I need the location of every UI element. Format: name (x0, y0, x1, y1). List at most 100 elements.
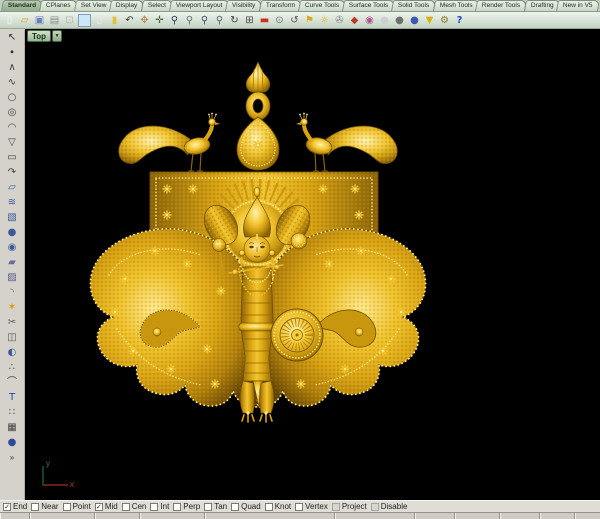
circle-icon[interactable]: ○ (4, 91, 21, 106)
rhino-window: StandardCPlanesSet ViewDisplaySelectView… (0, 0, 600, 519)
tab-surface-tools[interactable]: Surface Tools (342, 0, 395, 11)
osnap-vertex[interactable]: Vertex (295, 502, 328, 511)
notes-icon[interactable]: ▮ (108, 14, 121, 27)
trim-icon[interactable]: ✂ (4, 316, 21, 331)
sidebar-more-chevron[interactable]: » (10, 453, 14, 462)
save-icon[interactable]: ▣ (33, 14, 46, 27)
statusbar-pane (0, 513, 30, 519)
osnap-end[interactable]: ✓End (3, 502, 27, 511)
zoom-window-icon[interactable]: ⚲ (183, 14, 196, 27)
viewport-canvas[interactable]: Top ▼ x y (25, 29, 600, 500)
viewport-title-dropdown[interactable]: ▼ (52, 30, 62, 42)
open-folder-icon[interactable]: ▱ (18, 14, 31, 27)
selection-filter-icon[interactable]: ▼ (423, 14, 436, 27)
render-tools-icon[interactable]: ● (4, 436, 21, 451)
osnap-knot[interactable]: Knot (265, 502, 291, 511)
surface-edit-icon[interactable]: ▨ (4, 271, 21, 286)
tab-solid-tools[interactable]: Solid Tools (391, 0, 436, 11)
boolean-icon[interactable]: ◐ (4, 346, 21, 361)
tab-display[interactable]: Display (109, 0, 144, 11)
group-icon[interactable]: ▦ (4, 421, 21, 436)
cplane-flag-icon[interactable]: ⚑ (303, 14, 316, 27)
viewport-layout-icon[interactable]: ⊞ (243, 14, 256, 27)
osnap-label: Tan (214, 502, 227, 511)
tab-drafting[interactable]: Drafting (524, 0, 561, 11)
rectangle-icon[interactable]: ▭ (4, 151, 21, 166)
osnap-perp[interactable]: Perp (173, 502, 200, 511)
surface-icon[interactable]: ▱ (4, 181, 21, 196)
help-icon[interactable]: ? (453, 14, 466, 27)
loft-icon[interactable]: ≋ (4, 196, 21, 211)
osnap-quad[interactable]: Quad (231, 502, 261, 511)
viewport-title[interactable]: Top ▼ (27, 30, 62, 42)
print-icon[interactable]: ▤ (48, 14, 61, 27)
tab-mesh-tools[interactable]: Mesh Tools (433, 0, 480, 11)
osnap-near[interactable]: Near (31, 502, 58, 511)
deity-body (239, 267, 275, 381)
tab-visibility[interactable]: Visibility (225, 0, 262, 11)
solid-tools-icon[interactable]: ◉ (4, 241, 21, 256)
tab-curve-tools[interactable]: Curve Tools (298, 0, 346, 11)
zoom-icon[interactable]: ⚲ (168, 14, 181, 27)
curve-icon[interactable]: ∿ (4, 76, 21, 91)
paste-page-icon[interactable]: ▯ (93, 14, 106, 27)
tab-transform[interactable]: Transform (259, 0, 302, 11)
lock-icon[interactable]: ✇ (333, 14, 346, 27)
zoom-extents-icon[interactable]: ⚲ (198, 14, 211, 27)
pan-hand-icon[interactable]: ✥ (138, 14, 151, 27)
arc-icon[interactable]: ◠ (4, 121, 21, 136)
new-file-icon[interactable]: ▯ (3, 14, 16, 27)
box-icon[interactable]: ▧ (4, 211, 21, 226)
copy-icon[interactable]: ⊡ (63, 14, 76, 27)
tab-render-tools[interactable]: Render Tools (476, 0, 528, 11)
point-icon[interactable]: ∙ (4, 46, 21, 61)
ellipse-icon[interactable]: ◎ (4, 106, 21, 121)
rendered-sphere-icon[interactable]: ● (393, 14, 406, 27)
points-on-icon[interactable]: ∴ (4, 361, 21, 376)
viewport-swatch-icon[interactable] (78, 14, 91, 27)
tab-cplanes[interactable]: CPlanes (39, 0, 78, 11)
gear-icon[interactable]: ⚙ (438, 14, 451, 27)
checkbox (150, 503, 158, 511)
move-icon[interactable]: ✛ (153, 14, 166, 27)
viewport-title-label[interactable]: Top (27, 30, 51, 42)
rotate-view-icon[interactable]: ↻ (228, 14, 241, 27)
tab-viewport-layout[interactable]: Viewport Layout (169, 0, 229, 11)
tab-select[interactable]: Select (141, 0, 173, 11)
split-icon[interactable]: ◫ (4, 331, 21, 346)
sphere-icon[interactable]: ● (4, 226, 21, 241)
orbit-icon[interactable]: ↺ (288, 14, 301, 27)
polyline-icon[interactable]: ∧ (4, 61, 21, 76)
tab-new-in-v5[interactable]: New in V5 (556, 0, 600, 11)
osnap-project[interactable]: Project (332, 502, 367, 511)
render-icon[interactable]: ◆ (348, 14, 361, 27)
tab-set-view[interactable]: Set View (74, 0, 113, 11)
extend-icon[interactable]: ⌒ (4, 376, 21, 391)
statusbar-pane (30, 513, 95, 519)
pointer-icon[interactable]: ↖ (4, 31, 21, 46)
ghosted-sphere-icon[interactable]: ● (408, 14, 421, 27)
osnap-cen[interactable]: Cen (122, 502, 147, 511)
osnap-point[interactable]: Point (63, 502, 91, 511)
fillet-icon[interactable]: ◝ (4, 286, 21, 301)
zoom-selected-icon[interactable]: ⚲ (213, 14, 226, 27)
polygon-icon[interactable]: ▽ (4, 136, 21, 151)
text-icon[interactable]: T (4, 391, 21, 406)
osnap-mid[interactable]: ✓Mid (95, 502, 118, 511)
osnap-label: Mid (105, 502, 118, 511)
checkbox (31, 503, 39, 511)
tab-standard[interactable]: Standard (1, 0, 43, 11)
color-wheel-icon[interactable]: ◉ (363, 14, 376, 27)
array-icon[interactable]: ∷ (4, 406, 21, 421)
explode-icon[interactable]: ✶ (4, 301, 21, 316)
osnap-tan[interactable]: Tan (204, 502, 227, 511)
planar-surface-icon[interactable]: ▰ (4, 256, 21, 271)
osnap-int[interactable]: Int (150, 502, 169, 511)
lamp-icon[interactable]: ☼ (318, 14, 331, 27)
undo-icon[interactable]: ↶ (123, 14, 136, 27)
osnap-disable[interactable]: Disable (371, 502, 408, 511)
freeform-curve-icon[interactable]: ↷ (4, 166, 21, 181)
named-view-icon[interactable]: ⊙ (273, 14, 286, 27)
shaded-sphere-icon[interactable]: ● (378, 14, 391, 27)
set-view-icon[interactable]: ▬ (258, 14, 271, 27)
